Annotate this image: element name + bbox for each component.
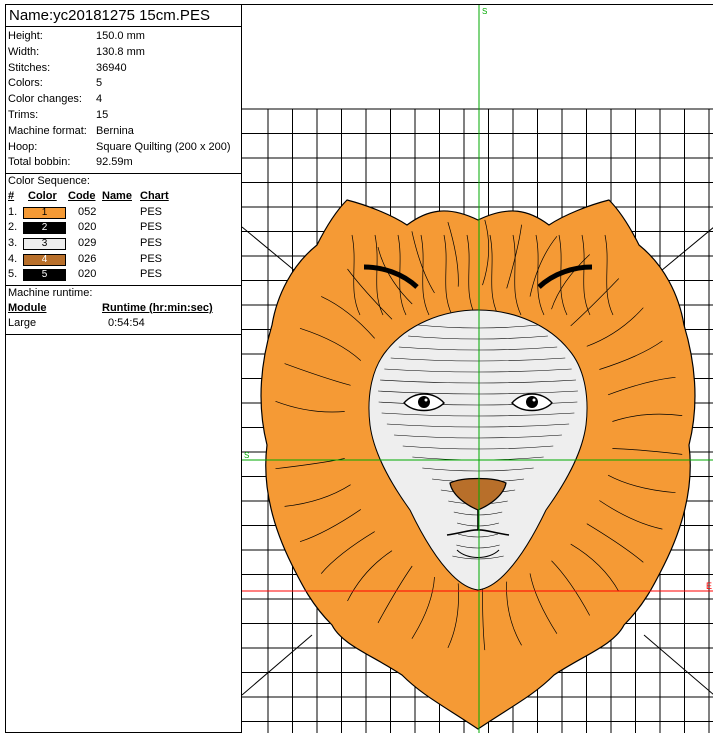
property-row: Colors: 5 [6,76,241,92]
color-chart: PES [140,236,163,249]
property-label: Machine format: [8,124,87,137]
property-row: Height: 150.0 mm [6,29,241,45]
machine-runtime-title: Machine runtime: [8,286,93,299]
axis-right-label: E [706,581,712,591]
color-row-number: 4. [8,252,18,265]
property-value: 150.0 mm [96,30,145,42]
property-label: Color changes: [8,93,82,106]
color-code: 029 [78,236,97,249]
color-sequence-row: 5. 5 020 PES [6,267,241,283]
header-num: # [8,190,15,203]
property-row: Hoop: Square Quilting (200 x 200) [6,140,241,156]
color-swatch: 3 [23,237,66,250]
color-sequence-title: Color Sequence: [8,175,90,188]
axis-top-label: S [482,7,487,16]
design-info-panel: Name:yc20181275 15cm.PES Height: 150.0 mm… [5,4,241,733]
color-row-number: 2. [8,221,18,234]
property-label: Height: [8,30,43,42]
property-label: Colors: [8,77,43,90]
color-code: 026 [78,252,97,265]
color-row-number: 5. [8,268,18,281]
runtime-row: Large 0:54:54 [6,316,241,332]
runtime-module: Large [8,317,37,330]
color-sequence-row: 3. 3 029 PES [6,236,241,252]
color-code: 020 [78,221,97,234]
property-value: 4 [96,93,103,106]
runtime-value: 0:54:54 [108,317,145,330]
property-label: Total bobbin: [8,156,71,169]
color-swatch: 1 [23,206,66,219]
header-module: Module [8,301,47,314]
property-value: 130.8 mm [96,45,145,58]
property-row: Width: 130.8 mm [6,45,241,61]
color-chart: PES [140,205,163,218]
property-label: Width: [8,45,40,58]
color-chart: PES [140,268,163,281]
color-swatch: 5 [23,269,66,282]
property-row: Trims: 15 [6,108,241,124]
header-color: Color [28,190,57,203]
design-title: Name:yc20181275 15cm.PES [6,5,241,27]
property-row: Total bobbin: 92.59m [6,155,241,171]
color-sequence-section: Color Sequence: # Color Code Name Chart … [6,174,241,286]
header-name: Name [102,190,132,203]
property-label: Stitches: [8,61,51,74]
color-sequence-header: # Color Code Name Chart [6,189,241,205]
color-sequence-row: 4. 4 026 PES [6,252,241,268]
property-value: 92.59m [96,156,133,169]
property-row: Machine format: Bernina [6,124,241,140]
property-row: Color changes: 4 [6,92,241,108]
color-row-number: 1. [8,205,18,218]
header-code: Code [68,190,96,203]
color-sequence-row: 2. 2 020 PES [6,220,241,236]
property-value: Square Quilting (200 x 200) [96,140,231,153]
axis-left-label: S [244,451,249,460]
color-sequence-row: 1. 1 052 PES [6,205,241,221]
color-swatch: 2 [23,222,66,235]
design-preview: S S E [242,5,713,733]
color-chart: PES [140,252,163,265]
properties-section: Height: 150.0 mm Width: 130.8 mm Stitches: 36… [6,27,241,175]
property-value: 15 [96,108,109,121]
color-swatch: 4 [23,253,66,266]
machine-runtime-section: Machine runtime: Module Runtime (hr:min:… [6,286,241,335]
color-code: 052 [78,205,97,218]
header-chart: Chart [140,190,169,203]
design-canvas[interactable]: S S E [241,4,713,733]
color-chart: PES [140,221,163,234]
color-row-number: 3. [8,236,18,249]
property-value: 36940 [96,61,127,74]
property-row: Stitches: 36940 [6,61,241,77]
property-label: Trims: [8,108,39,121]
runtime-header: Module Runtime (hr:min:sec) [6,301,241,317]
property-value: Bernina [96,124,134,137]
color-code: 020 [78,268,97,281]
property-label: Hoop: [8,140,38,153]
header-runtime: Runtime (hr:min:sec) [102,301,213,314]
property-value: 5 [96,77,103,90]
